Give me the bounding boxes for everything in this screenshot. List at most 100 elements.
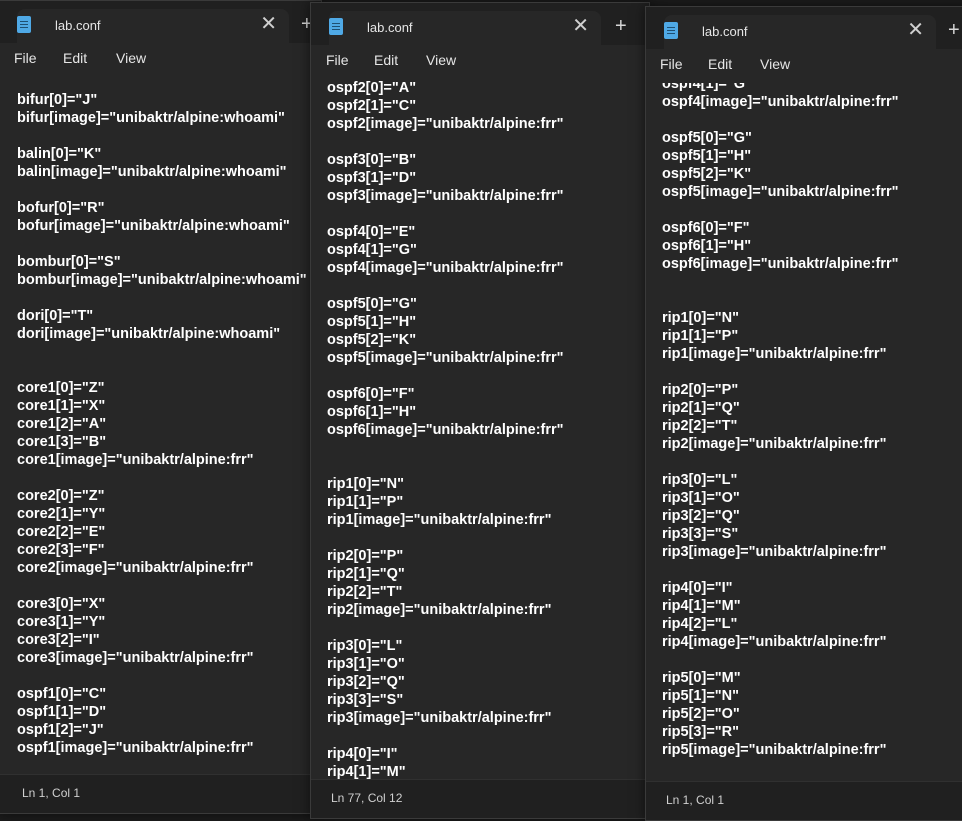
notepad-icon xyxy=(329,18,343,35)
text-line: core2[1]="Y" xyxy=(17,506,106,522)
status-bar: Ln 1, Col 1 xyxy=(646,781,962,820)
text-line: rip3[3]="S" xyxy=(327,692,404,708)
text-line: core2[3]="F" xyxy=(17,542,105,558)
notepad-window-2: lab.conf ✕ + File Edit View ospf2[0]="A"… xyxy=(310,2,650,819)
text-line: ospf6[image]="unibaktr/alpine:frr" xyxy=(327,422,564,438)
close-tab-icon[interactable]: ✕ xyxy=(907,19,924,41)
menu-file[interactable]: File xyxy=(660,56,683,72)
text-line: rip2[image]="unibaktr/alpine:frr" xyxy=(327,602,552,618)
menu-file[interactable]: File xyxy=(326,52,349,68)
text-line: ospf3[image]="unibaktr/alpine:frr" xyxy=(327,188,564,204)
text-line xyxy=(327,619,649,637)
text-line: rip1[0]="N" xyxy=(662,310,740,326)
close-tab-icon[interactable]: ✕ xyxy=(260,13,277,35)
text-line: rip5[image]="unibaktr/alpine:frr" xyxy=(662,742,887,758)
text-line: ospf1[1]="D" xyxy=(17,704,107,720)
cursor-position: Ln 1, Col 1 xyxy=(22,786,81,800)
text-line xyxy=(17,289,321,307)
tab-title: lab.conf xyxy=(55,18,101,33)
tab-lab-conf[interactable]: lab.conf ✕ xyxy=(17,9,289,43)
text-line: rip4[0]="I" xyxy=(327,746,398,762)
notepad-icon xyxy=(664,22,678,39)
text-line: rip1[image]="unibaktr/alpine:frr" xyxy=(327,512,552,528)
text-line: rip2[1]="Q" xyxy=(327,566,405,582)
new-tab-icon[interactable]: + xyxy=(948,19,960,41)
text-line: ospf5[image]="unibaktr/alpine:frr" xyxy=(662,184,899,200)
menu-edit[interactable]: Edit xyxy=(708,56,732,72)
text-line: rip4[1]="M" xyxy=(327,764,406,780)
editor-content: ospf4[1]="G" ospf4[image]="unibaktr/alpin… xyxy=(662,83,962,759)
text-line xyxy=(17,127,321,145)
text-line: ospf6[image]="unibaktr/alpine:frr" xyxy=(662,256,899,272)
close-tab-icon[interactable]: ✕ xyxy=(572,15,589,37)
text-line: rip2[0]="P" xyxy=(327,548,404,564)
text-line xyxy=(327,439,649,457)
text-line: bifur[0]="J" xyxy=(17,92,98,108)
text-line: rip4[1]="M" xyxy=(662,598,741,614)
text-line xyxy=(17,469,321,487)
menu-view[interactable]: View xyxy=(116,50,146,66)
menu-file[interactable]: File xyxy=(14,50,37,66)
tab-lab-conf[interactable]: lab.conf ✕ xyxy=(329,11,601,45)
text-line xyxy=(327,277,649,295)
text-line xyxy=(17,181,321,199)
title-bar[interactable]: lab.conf ✕ + xyxy=(0,1,321,43)
notepad-icon xyxy=(17,16,31,33)
text-editor[interactable]: bifur[0]="J" bifur[image]="unibaktr/alpin… xyxy=(0,77,321,775)
text-line xyxy=(17,361,321,379)
text-line: core1[image]="unibaktr/alpine:frr" xyxy=(17,452,254,468)
editor-content: bifur[0]="J" bifur[image]="unibaktr/alpin… xyxy=(17,91,321,775)
text-line: ospf2[1]="C" xyxy=(327,98,417,114)
text-editor[interactable]: ospf2[0]="A" ospf2[1]="C" ospf2[image]="un… xyxy=(311,79,649,780)
menu-bar: File Edit View xyxy=(311,45,649,79)
text-line: ospf1[2]="J" xyxy=(17,722,104,738)
tab-title: lab.conf xyxy=(367,20,413,35)
text-line xyxy=(327,727,649,745)
text-line: rip3[image]="unibaktr/alpine:frr" xyxy=(327,710,552,726)
text-line: ospf5[1]="H" xyxy=(327,314,417,330)
text-line: rip2[0]="P" xyxy=(662,382,739,398)
text-line: ospf4[0]="E" xyxy=(327,224,416,240)
text-line: bombur[image]="unibaktr/alpine:whoami" xyxy=(17,272,307,288)
text-line: rip5[2]="O" xyxy=(662,706,740,722)
text-line: rip2[1]="Q" xyxy=(662,400,740,416)
text-line: bombur[0]="S" xyxy=(17,254,121,270)
text-line: core2[0]="Z" xyxy=(17,488,105,504)
text-line xyxy=(662,201,962,219)
menu-bar: File Edit View xyxy=(0,43,321,77)
text-line: rip3[2]="Q" xyxy=(327,674,405,690)
text-line: rip3[2]="Q" xyxy=(662,508,740,524)
text-line: ospf1[0]="C" xyxy=(17,686,107,702)
menu-bar: File Edit View xyxy=(646,49,962,83)
text-line: core3[2]="I" xyxy=(17,632,100,648)
status-bar: Ln 1, Col 1 xyxy=(0,774,321,813)
menu-edit[interactable]: Edit xyxy=(374,52,398,68)
new-tab-icon[interactable]: + xyxy=(615,15,627,37)
text-line: rip1[image]="unibaktr/alpine:frr" xyxy=(662,346,887,362)
text-line xyxy=(327,367,649,385)
text-line: ospf3[0]="B" xyxy=(327,152,417,168)
cursor-position: Ln 77, Col 12 xyxy=(331,791,403,805)
title-bar[interactable]: lab.conf ✕ + xyxy=(646,7,962,49)
text-line: rip4[0]="I" xyxy=(662,580,733,596)
text-line: ospf1[image]="unibaktr/alpine:frr" xyxy=(17,740,254,756)
text-line: ospf4[image]="unibaktr/alpine:frr" xyxy=(662,94,899,110)
text-line: ospf6[0]="F" xyxy=(662,220,750,236)
editor-content: ospf2[0]="A" ospf2[1]="C" ospf2[image]="un… xyxy=(327,79,649,780)
text-line: bofur[image]="unibaktr/alpine:whoami" xyxy=(17,218,290,234)
text-line: rip4[2]="L" xyxy=(662,616,738,632)
text-editor[interactable]: ospf4[1]="G" ospf4[image]="unibaktr/alpin… xyxy=(646,83,962,782)
text-line: ospf5[image]="unibaktr/alpine:frr" xyxy=(327,350,564,366)
menu-view[interactable]: View xyxy=(426,52,456,68)
title-bar[interactable]: lab.conf ✕ + xyxy=(311,3,649,45)
text-line xyxy=(327,205,649,223)
text-line: ospf6[1]="H" xyxy=(327,404,417,420)
text-line: rip5[1]="N" xyxy=(662,688,740,704)
text-line: rip3[0]="L" xyxy=(327,638,403,654)
text-line: balin[image]="unibaktr/alpine:whoami" xyxy=(17,164,287,180)
menu-edit[interactable]: Edit xyxy=(63,50,87,66)
text-line: rip2[2]="T" xyxy=(662,418,738,434)
menu-view[interactable]: View xyxy=(760,56,790,72)
text-line: ospf5[2]="K" xyxy=(662,166,752,182)
tab-lab-conf[interactable]: lab.conf ✕ xyxy=(664,15,936,49)
